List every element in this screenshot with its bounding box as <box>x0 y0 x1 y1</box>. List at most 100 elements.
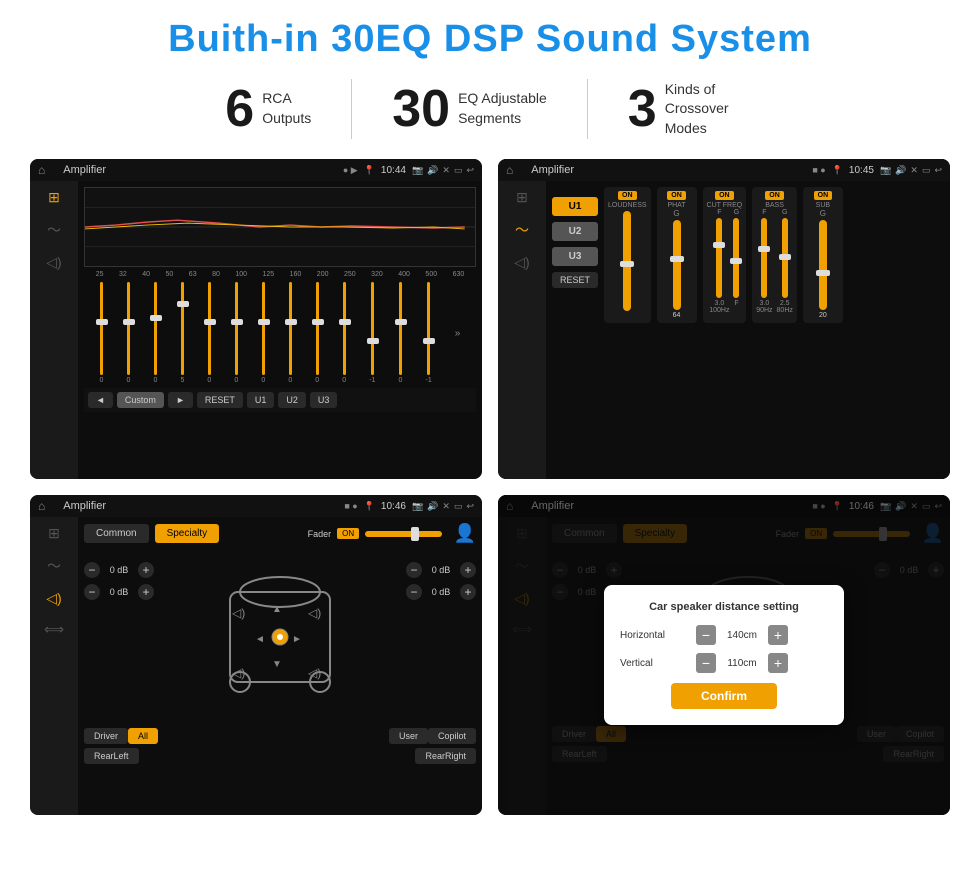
db-plus-tr[interactable]: + <box>460 562 476 578</box>
eq-slider-1[interactable]: 0 <box>100 282 104 384</box>
cross-wave-icon[interactable]: 〜 <box>515 220 529 240</box>
battery-icon: ▭ <box>454 165 463 176</box>
stat-eq: 30 EQ AdjustableSegments <box>352 83 587 135</box>
eq-sliders-icon[interactable]: ⊞ <box>48 189 60 206</box>
bass-g-slider[interactable] <box>782 218 788 298</box>
freq-25: 25 <box>96 271 104 278</box>
fader-left-col: − 0 dB + − 0 dB + <box>84 552 154 722</box>
horizontal-value: 140cm <box>722 630 762 641</box>
eq-slider-13[interactable]: -1 <box>425 282 431 384</box>
fader-slider[interactable] <box>365 531 441 537</box>
loudness-label: LOUDNESS <box>608 202 647 209</box>
x-icon: ✕ <box>442 165 450 176</box>
u3-button[interactable]: U3 <box>552 247 598 266</box>
eq-u1-button[interactable]: U1 <box>247 392 275 408</box>
fader-sliders-icon[interactable]: ⊞ <box>48 525 60 542</box>
eq-slider-10[interactable]: 0 <box>342 282 346 384</box>
eq-slider-11[interactable]: -1 <box>369 282 375 384</box>
eq-freq-labels: 25 32 40 50 63 80 100 125 160 200 250 32… <box>84 271 476 278</box>
eq-slider-6[interactable]: 0 <box>234 282 238 384</box>
eq-main: 25 32 40 50 63 80 100 125 160 200 250 32… <box>78 181 482 479</box>
driver-button[interactable]: Driver <box>84 728 128 744</box>
fader-speaker-icon[interactable]: ◁) <box>46 590 61 607</box>
all-button[interactable]: All <box>128 728 158 744</box>
rearright-button[interactable]: RearRight <box>415 748 476 764</box>
eq-reset-button[interactable]: RESET <box>197 392 243 408</box>
vertical-minus-button[interactable]: − <box>696 653 716 673</box>
bass-on: ON <box>765 191 784 200</box>
freq-32: 32 <box>119 271 127 278</box>
eq-slider-4[interactable]: 5 <box>180 282 184 384</box>
db-value-tl: 0 dB <box>104 565 134 575</box>
screenshot-dialog: ⌂ Amplifier ■ ● 📍 10:46 📷 🔊 ✕ ▭ ↩ ⊞ 〜 <box>498 495 950 815</box>
eq-val-10: 0 <box>342 377 346 384</box>
car-diagram: ◁) ◁) ◁) ◁) ▲ ▼ ◄ ► <box>162 552 398 722</box>
eq-prev-button[interactable]: ◄ <box>88 392 113 408</box>
more-icon[interactable]: » <box>455 328 461 339</box>
eq-u3-button[interactable]: U3 <box>310 392 338 408</box>
volume-icon-2: 🔊 <box>895 165 906 176</box>
specialty-tab[interactable]: Specialty <box>155 524 220 543</box>
db-plus-bl[interactable]: + <box>138 584 154 600</box>
rearleft-button[interactable]: RearLeft <box>84 748 139 764</box>
loudness-slider[interactable] <box>623 211 631 311</box>
time-fader: 10:46 <box>381 501 406 512</box>
eq-val-2: 0 <box>127 377 131 384</box>
eq-slider-5[interactable]: 0 <box>207 282 211 384</box>
battery-icon-2: ▭ <box>922 165 931 176</box>
cross-sliders-icon[interactable]: ⊞ <box>516 189 528 206</box>
db-minus-br[interactable]: − <box>406 584 422 600</box>
sub-label: SUB <box>816 202 830 209</box>
fader-content: − 0 dB + − 0 dB + <box>84 552 476 722</box>
phat-slider[interactable] <box>673 220 681 310</box>
fader-on-toggle[interactable]: ON <box>337 528 359 539</box>
eq-u2-button[interactable]: U2 <box>278 392 306 408</box>
dialog-vertical-label: Vertical <box>620 658 690 669</box>
common-tab[interactable]: Common <box>84 524 149 543</box>
db-plus-tl[interactable]: + <box>138 562 154 578</box>
eq-play-button[interactable]: ► <box>168 392 193 408</box>
freq-630: 630 <box>453 271 465 278</box>
eq-speaker-icon[interactable]: ◁) <box>46 254 61 271</box>
eq-slider-12[interactable]: 0 <box>399 282 403 384</box>
freq-40: 40 <box>142 271 150 278</box>
copilot-button[interactable]: Copilot <box>428 728 476 744</box>
db-minus-bl[interactable]: − <box>84 584 100 600</box>
bass-f-slider[interactable] <box>761 218 767 298</box>
eq-slider-3[interactable]: 0 <box>153 282 157 384</box>
cutfreq-g-slider[interactable] <box>733 218 739 298</box>
stat-crossover: 3 Kinds ofCrossover Modes <box>588 80 795 139</box>
u1-button[interactable]: U1 <box>552 197 598 216</box>
camera-icon-2: 📷 <box>880 165 891 176</box>
eq-slider-track-3 <box>154 282 157 375</box>
eq-slider-7[interactable]: 0 <box>261 282 265 384</box>
u2-button[interactable]: U2 <box>552 222 598 241</box>
loudness-on: ON <box>618 191 637 200</box>
fader-arrows-icon[interactable]: ⟺ <box>44 621 64 638</box>
eq-val-8: 0 <box>288 377 292 384</box>
horizontal-minus-button[interactable]: − <box>696 625 716 645</box>
confirm-button[interactable]: Confirm <box>671 683 777 709</box>
eq-slider-8[interactable]: 0 <box>288 282 292 384</box>
eq-val-3: 0 <box>153 377 157 384</box>
sub-slider[interactable] <box>819 220 827 310</box>
cutfreq-f-slider[interactable] <box>716 218 722 298</box>
horizontal-plus-button[interactable]: + <box>768 625 788 645</box>
db-plus-br[interactable]: + <box>460 584 476 600</box>
cross-speaker-icon[interactable]: ◁) <box>514 254 529 271</box>
db-minus-tr[interactable]: − <box>406 562 422 578</box>
vertical-plus-button[interactable]: + <box>768 653 788 673</box>
fader-wave-icon[interactable]: 〜 <box>47 556 61 576</box>
eq-wave-icon[interactable]: 〜 <box>47 220 61 240</box>
sub-group: ON SUB G 20 <box>803 187 843 323</box>
freq-100: 100 <box>235 271 247 278</box>
db-minus-tl[interactable]: − <box>84 562 100 578</box>
stat-eq-text: EQ AdjustableSegments <box>458 89 547 128</box>
location-icon-3: 📍 <box>364 501 375 512</box>
cross-reset-button[interactable]: RESET <box>552 272 598 288</box>
eq-custom-button[interactable]: Custom <box>117 392 164 408</box>
user-button[interactable]: User <box>389 728 428 744</box>
eq-slider-2[interactable]: 0 <box>127 282 131 384</box>
eq-slider-9[interactable]: 0 <box>315 282 319 384</box>
eq-slider-track-8 <box>289 282 292 375</box>
